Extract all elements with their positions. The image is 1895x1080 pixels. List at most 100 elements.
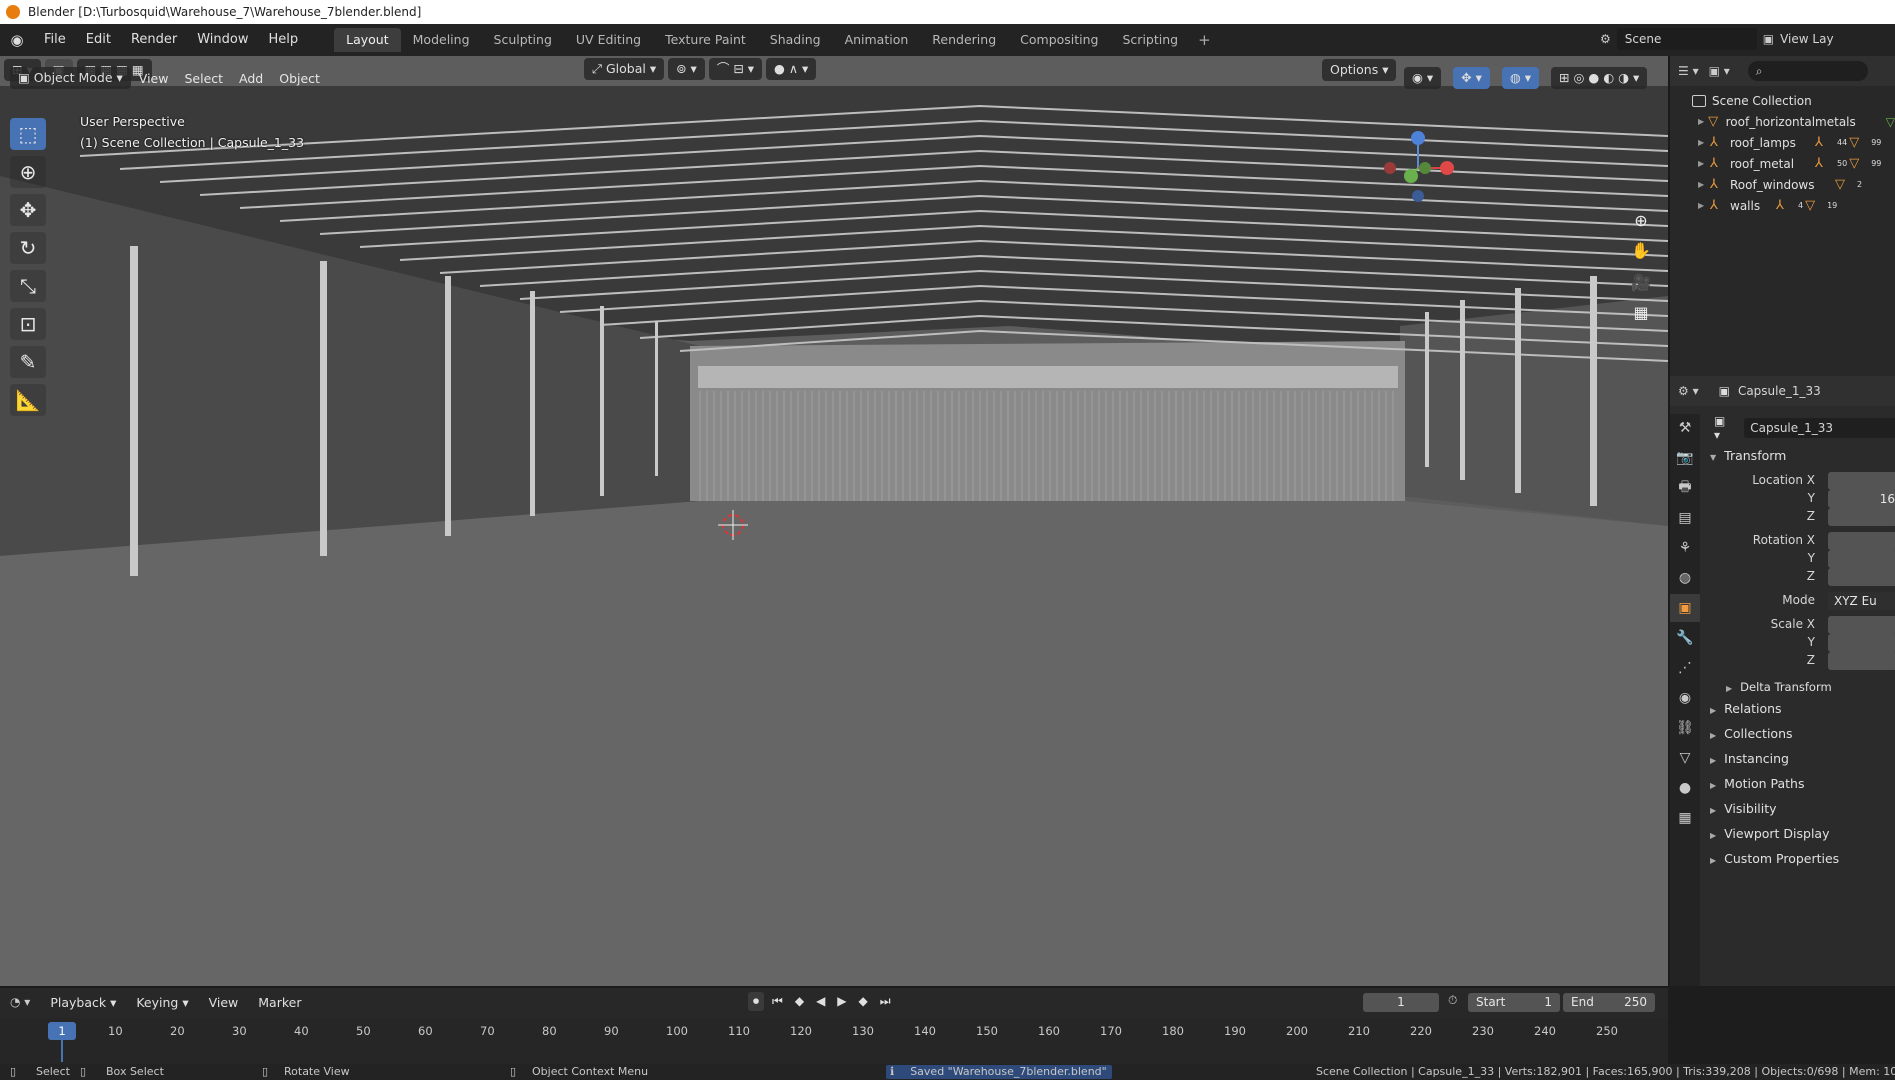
outliner-item-roof-metal[interactable]: ▶ ⅄ roof_metal ⅄ 50 ▽ 99 [1670, 153, 1895, 174]
menu-edit[interactable]: Edit [76, 24, 121, 56]
shading-modes[interactable]: ⊞ ◎ ● ◐ ◑ ▾ [1551, 67, 1648, 89]
select-tool-icon[interactable]: ⬚ [10, 118, 46, 150]
viewport-menu-view[interactable]: View [131, 71, 177, 86]
tab-scripting[interactable]: Scripting [1111, 28, 1191, 52]
visibility-icon[interactable]: ◉ ▾ [1404, 67, 1442, 89]
scale-tool-icon[interactable]: ⤡ [10, 270, 46, 302]
scale-y-field[interactable] [1828, 634, 1895, 652]
timeline-menu-playback[interactable]: Playback ▾ [40, 995, 126, 1010]
viewport-menu-select[interactable]: Select [176, 71, 231, 86]
menu-window[interactable]: Window [187, 24, 258, 56]
expand-arrow-icon[interactable]: ▶ [1698, 117, 1708, 126]
rotate-tool-icon[interactable]: ↻ [10, 232, 46, 264]
tab-shading[interactable]: Shading [758, 28, 833, 52]
object-tab-icon[interactable]: ▣ [1670, 594, 1700, 622]
jump-start-icon[interactable]: ⏮ [768, 992, 787, 1011]
expand-arrow-icon[interactable]: ▶ [1698, 180, 1710, 189]
outliner-search-icon[interactable]: ⌕ [1747, 61, 1868, 81]
menu-render[interactable]: Render [121, 24, 187, 56]
transform-panel-header[interactable]: ▼ Transform [1710, 448, 1786, 463]
play-reverse-icon[interactable]: ◀ [812, 992, 829, 1011]
view-layer-field[interactable]: View Lay [1780, 32, 1833, 46]
transform-tool-icon[interactable]: ⊡ [10, 308, 46, 340]
camera-icon[interactable]: 🎥 [1627, 268, 1655, 296]
outliner-item-walls[interactable]: ▶ ⅄ walls ⅄ 4 ▽ 19 [1670, 195, 1895, 216]
output-icon[interactable]: 🖶 [1670, 474, 1700, 502]
scale-x-field[interactable] [1828, 616, 1895, 634]
texture-icon[interactable]: ▦ [1670, 804, 1700, 832]
tab-compositing[interactable]: Compositing [1008, 28, 1110, 52]
rotation-z-field[interactable] [1828, 568, 1895, 586]
viewport-display-panel[interactable]: ▶ Viewport Display [1710, 826, 1830, 841]
outliner-root[interactable]: Scene Collection [1670, 90, 1895, 111]
scene-icon[interactable]: ⚙ [1600, 32, 1611, 46]
collections-panel[interactable]: ▶ Collections [1710, 726, 1793, 741]
object-data-icon[interactable]: ▽ [1670, 744, 1700, 772]
location-x-field[interactable] [1828, 472, 1895, 490]
end-frame-field[interactable]: End 250 [1563, 993, 1655, 1012]
prev-keyframe-icon[interactable]: ◆ [791, 992, 808, 1011]
jump-end-icon[interactable]: ⏭ [876, 992, 895, 1011]
zoom-icon[interactable]: ⊕ [1627, 206, 1655, 234]
record-icon[interactable]: ⏺ [748, 992, 765, 1011]
menu-help[interactable]: Help [259, 24, 309, 56]
visibility-panel[interactable]: ▶ Visibility [1710, 801, 1777, 816]
stopwatch-icon[interactable]: ⏱ [1448, 993, 1457, 1008]
rotation-x-field[interactable] [1828, 532, 1895, 550]
viewport-menu-object[interactable]: Object [271, 71, 328, 86]
cursor-tool-icon[interactable]: ⊕ [10, 156, 46, 188]
outliner-item-roof-windows[interactable]: ▶ ⅄ Roof_windows ▽ 2 [1670, 174, 1895, 195]
particles-icon[interactable]: ⋰ [1670, 654, 1700, 682]
blender-menu-icon[interactable]: ◉ [0, 31, 34, 49]
timeline-scrubber[interactable]: 1 10 20 30 40 50 60 70 80 90 100 110 120 130 140 150 16… [0, 1018, 1668, 1064]
tab-animation[interactable]: Animation [833, 28, 921, 52]
view-layer-icon[interactable]: ▣ [1763, 32, 1774, 46]
modifier-wrench-icon[interactable]: 🔧 [1670, 624, 1700, 652]
viewport-menu-add[interactable]: Add [231, 71, 271, 86]
material-icon[interactable]: ● [1670, 774, 1700, 802]
scene-field[interactable]: Scene [1616, 28, 1757, 50]
outliner-filter-icon[interactable]: ▣ ▾ [1709, 64, 1730, 78]
expand-arrow-icon[interactable]: ▶ [1698, 138, 1710, 147]
overlay-toggle-icon[interactable]: ◍ ▾ [1501, 67, 1540, 89]
move-tool-icon[interactable]: ✥ [10, 194, 46, 226]
relations-panel[interactable]: ▶ Relations [1710, 701, 1782, 716]
render-icon[interactable]: 📷 [1670, 444, 1700, 472]
timeline-editor-icon[interactable]: ◔ ▾ [0, 995, 40, 1009]
motion-paths-panel[interactable]: ▶ Motion Paths [1710, 776, 1804, 791]
play-icon[interactable]: ▶ [833, 992, 850, 1011]
options-dropdown[interactable]: Options ▾ [1322, 59, 1397, 81]
next-keyframe-icon[interactable]: ◆ [855, 992, 872, 1011]
orientation-dropdown[interactable]: ⤢ Global ▾ [584, 58, 665, 80]
timeline-menu-marker[interactable]: Marker [248, 995, 311, 1010]
instancing-panel[interactable]: ▶ Instancing [1710, 751, 1789, 766]
tool-settings-icon[interactable]: ⚒ [1670, 414, 1700, 442]
physics-icon[interactable]: ◉ [1670, 684, 1700, 712]
delta-transform-subpanel[interactable]: ▶ Delta Transform [1726, 680, 1832, 694]
tab-texture-paint[interactable]: Texture Paint [653, 28, 758, 52]
custom-properties-panel[interactable]: ▶ Custom Properties [1710, 851, 1839, 866]
outliner-item-roof-horizontalmetals[interactable]: ▶ ▽ roof_horizontalmetals ▽ [1670, 111, 1895, 132]
outliner-editor-icon[interactable]: ☰ ▾ [1678, 64, 1699, 78]
tab-sculpting[interactable]: Sculpting [482, 28, 564, 52]
properties-editor-icon[interactable]: ⚙ ▾ [1678, 384, 1699, 398]
rotation-mode-dropdown[interactable]: XYZ Eu [1828, 592, 1895, 610]
proportional-edit-toggle[interactable]: ● ∧ ▾ [766, 58, 817, 80]
grid-view-icon[interactable]: ▦ [1627, 298, 1655, 326]
menu-file[interactable]: File [34, 24, 76, 56]
location-z-field[interactable] [1828, 508, 1895, 526]
3d-viewport[interactable]: ⊞ ▾ ▣ ▦ ▦ ▦ ▦ ⤢ Global ▾ ⊚ ▾ ⌒ ⊟ ▾ ● ∧ ▾… [0, 56, 1668, 986]
pivot-dropdown[interactable]: ⊚ ▾ [668, 58, 705, 80]
snap-toggle[interactable]: ⌒ ⊟ ▾ [708, 58, 763, 80]
outliner-item-roof-lamps[interactable]: ▶ ⅄ roof_lamps ⅄ 44 ▽ 99 [1670, 132, 1895, 153]
tab-modeling[interactable]: Modeling [401, 28, 482, 52]
scene-tab-icon[interactable]: ⚘ [1670, 534, 1700, 562]
object-type-icon[interactable]: ▣ ▾ [1714, 414, 1734, 442]
measure-tool-icon[interactable]: 📐 [10, 384, 46, 416]
playhead-marker[interactable]: 1 [48, 1022, 76, 1040]
gizmo-toggle-icon[interactable]: ✥ ▾ [1453, 67, 1490, 89]
tab-layout[interactable]: Layout [334, 28, 401, 52]
location-y-field[interactable]: 16 [1828, 490, 1895, 508]
timeline-menu-keying[interactable]: Keying ▾ [126, 995, 198, 1010]
current-frame-field[interactable]: 1 [1363, 993, 1439, 1012]
